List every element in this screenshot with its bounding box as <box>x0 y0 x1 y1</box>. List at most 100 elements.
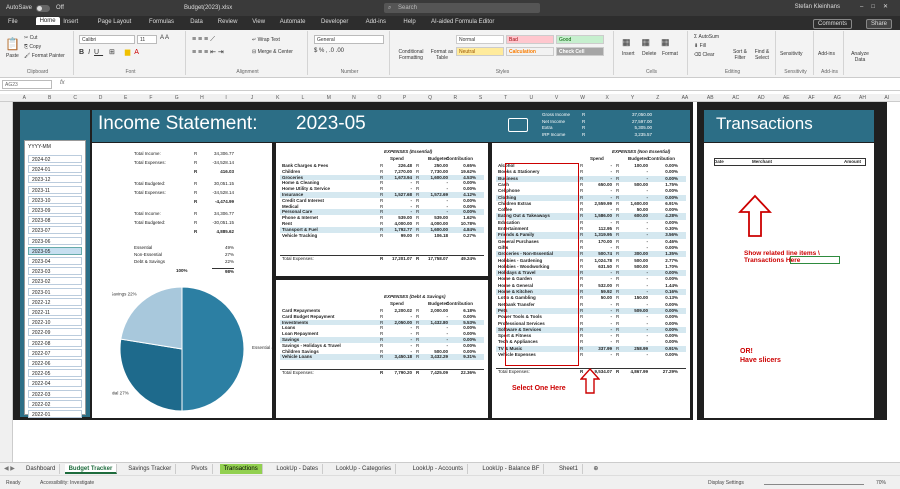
slicer-item[interactable]: 2022-01 <box>28 410 82 418</box>
column-header[interactable]: AC <box>732 95 739 101</box>
menu-view[interactable]: View <box>252 19 265 25</box>
slicer-item[interactable]: 2022-02 <box>28 399 82 408</box>
delete-cells-button[interactable]: Delete <box>642 51 656 57</box>
column-header[interactable]: E <box>124 95 127 101</box>
autosum-button[interactable]: Σ AutoSum <box>694 34 719 40</box>
column-header[interactable]: S <box>479 95 482 101</box>
paste-button[interactable]: Paste <box>6 53 19 59</box>
column-header[interactable]: AG <box>834 95 841 101</box>
addins-button[interactable]: Add-ins <box>818 51 835 57</box>
column-header[interactable]: H <box>200 95 204 101</box>
column-header[interactable]: U <box>530 95 534 101</box>
slicer-item[interactable]: 2022-11 <box>28 308 82 316</box>
style-normal[interactable]: Normal <box>456 35 504 44</box>
column-header[interactable]: R <box>454 95 458 101</box>
slicer-item[interactable]: 2023-01 <box>28 287 82 296</box>
slicer-item[interactable]: 2024-02 <box>28 155 82 163</box>
slicer-item[interactable]: 2023-10 <box>28 195 82 204</box>
style-calculation[interactable]: Calculation <box>506 47 554 56</box>
column-header[interactable]: M <box>327 95 331 101</box>
menu-formulas[interactable]: Formulas <box>149 19 174 25</box>
column-header[interactable]: K <box>276 95 279 101</box>
tab-dashboard[interactable]: Dashboard <box>22 464 61 474</box>
font-name-select[interactable]: Calibri <box>79 35 135 44</box>
tab-sheet-[interactable]: Sheet1 <box>555 464 584 474</box>
autosave-toggle[interactable] <box>36 4 51 12</box>
menu-insert[interactable]: Insert <box>63 19 78 25</box>
slicer-item[interactable]: 2022-04 <box>28 379 82 388</box>
column-header[interactable]: I <box>225 95 226 101</box>
slicer-item[interactable]: 2023-12 <box>28 175 82 184</box>
style-neutral[interactable]: Neutral <box>456 47 504 56</box>
column-header[interactable]: D <box>99 95 103 101</box>
merge-center-button[interactable]: ⊟ Merge & Center <box>252 49 293 55</box>
column-header[interactable]: Q <box>428 95 432 101</box>
menu-page-layout[interactable]: Page Layout <box>98 19 132 25</box>
font-grow-icon[interactable]: A A <box>160 35 169 41</box>
user-name[interactable]: Stefan Kleinhans <box>795 4 840 10</box>
wrap-text-button[interactable]: ↵ Wrap Text <box>252 37 280 43</box>
column-header[interactable]: L <box>301 95 304 101</box>
font-size-select[interactable]: 11 <box>137 35 157 44</box>
slicer-item[interactable]: 2022-12 <box>28 297 82 306</box>
number-format-icons[interactable]: $ % ‚ .0 .00 <box>314 48 344 54</box>
fx-icon[interactable]: fx <box>60 80 65 86</box>
column-header[interactable]: AI <box>884 95 889 101</box>
month-slicer[interactable]: YYYY-MM 2024-02 2024-01 2023-12 2023-11 2023… <box>24 140 86 418</box>
menu-data[interactable]: Data <box>190 19 203 25</box>
tab-nav-icons[interactable]: ◀ ▶ <box>4 465 15 472</box>
window-controls[interactable]: –□✕ <box>860 3 896 10</box>
column-header[interactable]: Z <box>656 95 659 101</box>
tab-lookup-balance-bf[interactable]: LookUp - Balance BF <box>478 464 545 474</box>
insert-cells-button[interactable]: Insert <box>622 51 635 57</box>
number-format-select[interactable]: General <box>314 35 384 44</box>
menu-automate[interactable]: Automate <box>280 19 306 25</box>
column-header[interactable]: T <box>504 95 507 101</box>
column-header[interactable]: P <box>403 95 406 101</box>
slicer-item[interactable]: 2022-06 <box>28 359 82 367</box>
name-box[interactable]: AG23 <box>2 80 52 89</box>
slicer-item[interactable]: 2023-03 <box>28 267 82 276</box>
column-header[interactable]: C <box>73 95 77 101</box>
format-painter-button[interactable]: 🖌 Format Painter <box>24 53 65 59</box>
column-header[interactable]: A <box>23 95 26 101</box>
column-header[interactable]: B <box>48 95 51 101</box>
paste-icon[interactable]: 📋 <box>5 37 20 51</box>
format-cells-button[interactable]: Format <box>662 51 678 57</box>
column-header[interactable]: G <box>175 95 179 101</box>
tab-lookup-accounts[interactable]: LookUp - Accounts <box>408 464 468 474</box>
font-style-buttons[interactable]: BIU ⊞ ▆A <box>79 48 143 56</box>
tab-budget-tracker[interactable]: Budget Tracker <box>64 464 118 474</box>
cut-button[interactable]: ✂ Cut <box>24 35 37 41</box>
column-header[interactable]: AA <box>682 95 689 101</box>
conditional-formatting-button[interactable]: Conditional Formatting <box>396 49 426 61</box>
accessibility-status[interactable]: Accessibility: Investigate <box>40 480 94 486</box>
display-settings[interactable]: Display Settings <box>708 480 744 486</box>
tab-savings-tracker[interactable]: Savings Tracker <box>124 464 177 474</box>
slicer-item[interactable]: 2022-08 <box>28 338 82 347</box>
style-good[interactable]: Good <box>556 35 604 44</box>
align-left-icons[interactable]: ≡ ≡ ≡ ⇤ ⇥ <box>192 48 224 56</box>
column-header[interactable]: AE <box>783 95 790 101</box>
column-header[interactable]: V <box>555 95 558 101</box>
style-check-cell[interactable]: Check Cell <box>556 47 604 56</box>
column-header[interactable]: AB <box>707 95 714 101</box>
column-header[interactable]: F <box>149 95 152 101</box>
slicer-item[interactable]: 2023-02 <box>28 277 82 286</box>
align-top-icons[interactable]: ≡ ≡ ≡ ⟋ <box>192 36 215 44</box>
slicer-item[interactable]: 2022-10 <box>28 318 82 327</box>
column-header[interactable]: AD <box>758 95 765 101</box>
menu-help[interactable]: Help <box>403 19 415 25</box>
share-button[interactable]: Share <box>865 19 892 29</box>
column-header[interactable]: O <box>377 95 381 101</box>
add-sheet-icon[interactable]: ⊕ <box>589 464 603 474</box>
column-header[interactable]: AF <box>808 95 814 101</box>
slicer-item[interactable]: 2022-09 <box>28 328 82 337</box>
slicer-item[interactable]: 2022-07 <box>28 348 82 357</box>
slicer-item[interactable]: 2023-11 <box>28 185 82 194</box>
column-header[interactable]: N <box>352 95 356 101</box>
tab-transactions[interactable]: Transactions <box>219 464 263 474</box>
column-header[interactable]: J <box>251 95 254 101</box>
column-header[interactable]: Y <box>631 95 634 101</box>
slicer-item[interactable]: 2023-05 <box>28 246 82 255</box>
